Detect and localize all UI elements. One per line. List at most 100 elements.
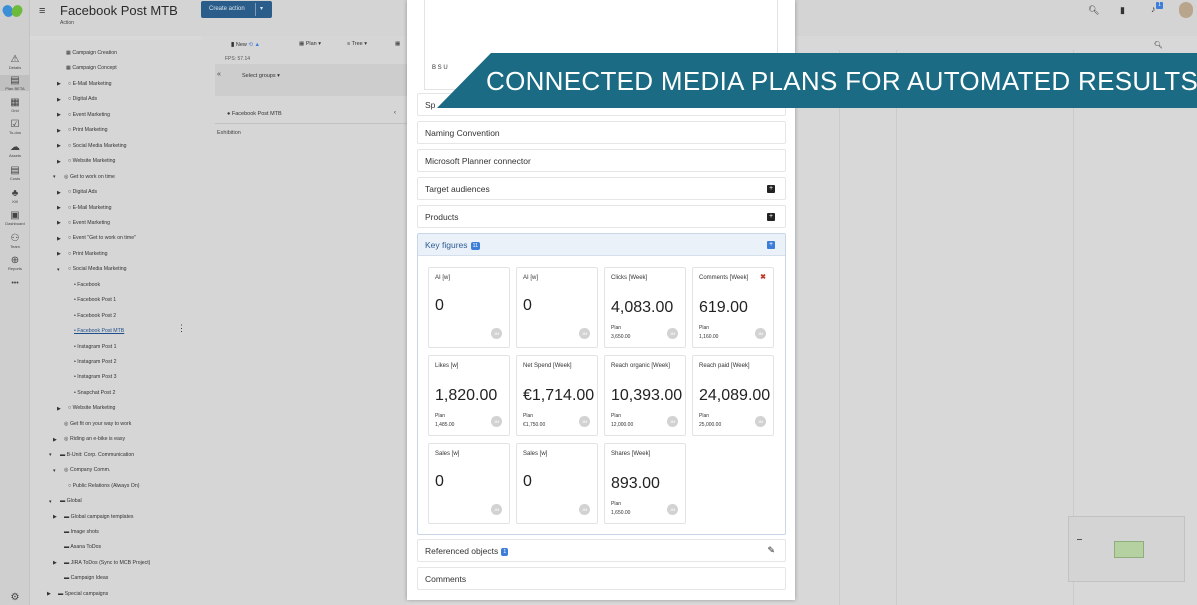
key-figure-card[interactable]: Sales [w] 0 JM [516, 443, 598, 524]
key-figure-card[interactable]: AI [w] 0 JM [516, 267, 598, 348]
key-figure-card[interactable]: Shares [Week] 893.00 Plan 1,650.00 JM [604, 443, 686, 524]
close-icon[interactable]: ✖ [760, 273, 766, 281]
plan-dropdown[interactable]: ▦ Plan ▾ [299, 41, 321, 47]
app-logo[interactable] [0, 3, 25, 19]
key-figure-card[interactable]: Comments [Week] ✖ 619.00 Plan 1,160.00 JM [692, 267, 774, 348]
tree-item[interactable]: • Snapchat Post 2 [74, 390, 115, 396]
nav-team[interactable]: ⚇ Team [0, 233, 30, 249]
tree-item[interactable]: ▬ JIRA ToDos (Sync to MCB Project) [64, 560, 150, 566]
nav-grid[interactable]: ▦ Grid [0, 97, 30, 113]
tree-expand-icon[interactable]: ▾ [53, 468, 56, 474]
nav-todos[interactable]: ☑ To-dos [0, 119, 30, 135]
tree-expand-icon[interactable]: ▶ [57, 81, 61, 87]
tree-expand-icon[interactable]: ▶ [57, 97, 61, 103]
tree-item[interactable]: • Instagram Post 1 [74, 344, 116, 350]
tree-item[interactable]: ◎ Riding an e-bike is easy [64, 436, 125, 442]
tree-expand-icon[interactable]: ▶ [57, 205, 61, 211]
tree-expand-icon[interactable]: ▶ [57, 159, 61, 165]
tree-item[interactable]: ○ Event Marketing [68, 112, 110, 118]
section-target-audiences[interactable]: Target audiences + [417, 177, 786, 200]
format-toolbar[interactable]: B S U [432, 65, 448, 71]
tree-item[interactable]: • Facebook Post 2 [74, 313, 116, 319]
tree-item[interactable]: ○ E-Mail Marketing [68, 81, 112, 87]
tree-item[interactable]: ○ Social Media Marketing [68, 143, 127, 149]
section-products[interactable]: Products + [417, 205, 786, 228]
tree-item[interactable]: • Facebook Post MTB [74, 328, 124, 334]
tree-item[interactable]: • Instagram Post 2 [74, 359, 116, 365]
key-figures-header[interactable]: Key figures 11 + [418, 234, 785, 256]
create-action-button[interactable]: Create action ▾ [201, 1, 272, 18]
bookmark-icon[interactable]: ▮ [1120, 5, 1125, 16]
key-figure-card[interactable]: Sales [w] 0 JM [428, 443, 510, 524]
tree-item[interactable]: ○ Website Marketing [68, 158, 115, 164]
tree-item[interactable]: ▬ Image shots [64, 529, 99, 535]
minimap-viewport[interactable] [1114, 541, 1144, 558]
tree-item[interactable]: ◎ Get fit on your way to work [64, 421, 131, 427]
export-icon[interactable]: ▦ [395, 41, 400, 47]
nav-dashboard[interactable]: ▣ Dashboard [0, 210, 30, 226]
tree-item[interactable]: ◎ Company Comm. [64, 467, 110, 473]
tree-item[interactable]: ▬ Special campaigns [58, 591, 108, 597]
nav-reports[interactable]: ⊕ Reports [0, 255, 30, 271]
tree-item[interactable]: ▬ Global [60, 498, 82, 504]
key-figure-card[interactable]: Likes [w] 1,820.00 Plan 1,485.00 JM [428, 355, 510, 436]
tree-item[interactable]: ○ Social Media Marketing [68, 266, 127, 272]
tree-expand-icon[interactable]: ▾ [57, 267, 60, 273]
tree-item[interactable]: ▬ Campaign Ideas [64, 575, 108, 581]
tree-item[interactable]: ◎ Get to work on time [64, 174, 115, 180]
tree-expand-icon[interactable]: ▾ [49, 499, 52, 505]
nav-more[interactable]: ••• [0, 278, 30, 289]
section-planner-connector[interactable]: Microsoft Planner connector [417, 149, 786, 172]
tree-dropdown[interactable]: ≡ Tree ▾ [347, 41, 367, 47]
select-groups-dropdown[interactable]: Select groups ▾ [242, 73, 280, 79]
tree-expand-icon[interactable]: ▶ [57, 251, 61, 257]
tree-item[interactable]: ○ Public Relations (Always On) [68, 483, 139, 489]
key-figure-card[interactable]: Clicks [Week] 4,083.00 Plan 3,650.00 JM [604, 267, 686, 348]
collapse-icon[interactable]: « [217, 71, 221, 78]
key-figure-card[interactable]: Reach paid [Week] 24,089.00 Plan 25,000.00 J… [692, 355, 774, 436]
nav-details[interactable]: ⚠ Details [0, 54, 30, 70]
key-figure-card[interactable]: Reach organic [Week] 10,393.00 Plan 12,000.… [604, 355, 686, 436]
tree-item[interactable]: ○ Print Marketing [68, 127, 107, 133]
tree-expand-icon[interactable]: ▶ [53, 514, 57, 520]
tree-expand-icon[interactable]: ▾ [49, 452, 52, 458]
nav-plan[interactable]: ▤ Plan BETA [0, 75, 30, 91]
menu-icon[interactable]: ≡ [39, 5, 45, 17]
minimap[interactable] [1068, 516, 1185, 582]
tree-item[interactable]: ○ Event "Get to work on time" [68, 235, 136, 241]
tree-expand-icon[interactable]: ▶ [57, 220, 61, 226]
tree-expand-icon[interactable]: ▶ [53, 437, 57, 443]
tree-item[interactable]: • Facebook [74, 282, 100, 288]
tree-item[interactable]: • Facebook Post 1 [74, 297, 116, 303]
section-comments[interactable]: Comments [417, 567, 786, 590]
section-referenced-objects[interactable]: Referenced objects 1 ✎ [417, 539, 786, 562]
tree-item[interactable]: ▬ B-Unit: Corp. Communication [60, 452, 134, 458]
tree-item[interactable]: ▦ Campaign Concept [66, 65, 117, 71]
section-naming-convention[interactable]: Naming Convention [417, 121, 786, 144]
user-avatar[interactable] [1179, 2, 1193, 18]
grid-search-icon[interactable]: 🔍︎ [1154, 41, 1163, 49]
key-figure-card[interactable]: AI [w] 0 JM [428, 267, 510, 348]
nav-assets[interactable]: ☁ Assets [0, 142, 30, 158]
tree-expand-icon[interactable]: ▶ [53, 560, 57, 566]
expand-plus-icon[interactable]: + [767, 213, 775, 221]
chevron-left-icon[interactable]: ‹ [394, 110, 396, 116]
tree-expand-icon[interactable]: ▶ [57, 128, 61, 134]
settings-gear-icon[interactable]: ⚙ [0, 592, 30, 603]
tree-expand-icon[interactable]: ▶ [47, 591, 51, 597]
tree-expand-icon[interactable]: ▶ [57, 406, 61, 412]
tree-item[interactable]: ○ Event Marketing [68, 220, 110, 226]
tree-item[interactable]: ○ Digital Ads [68, 189, 97, 195]
collapse-plus-icon[interactable]: + [767, 241, 775, 249]
tree-item[interactable]: ○ Website Marketing [68, 405, 115, 411]
tree-item[interactable]: ▬ Global campaign templates [64, 514, 134, 520]
tree-expand-icon[interactable]: ▶ [57, 236, 61, 242]
nav-costs[interactable]: ▤ Costs [0, 165, 30, 181]
tree-item[interactable]: • Instagram Post 3 [74, 374, 116, 380]
tree-expand-icon[interactable]: ▶ [57, 112, 61, 118]
edit-pencil-icon[interactable]: ✎ [767, 545, 775, 556]
expand-plus-icon[interactable]: + [767, 185, 775, 193]
chevron-down-icon[interactable]: ▾ [260, 5, 263, 12]
tree-expand-icon[interactable]: ▶ [57, 190, 61, 196]
tree-item[interactable]: ▬ Asana ToDos [64, 544, 101, 550]
